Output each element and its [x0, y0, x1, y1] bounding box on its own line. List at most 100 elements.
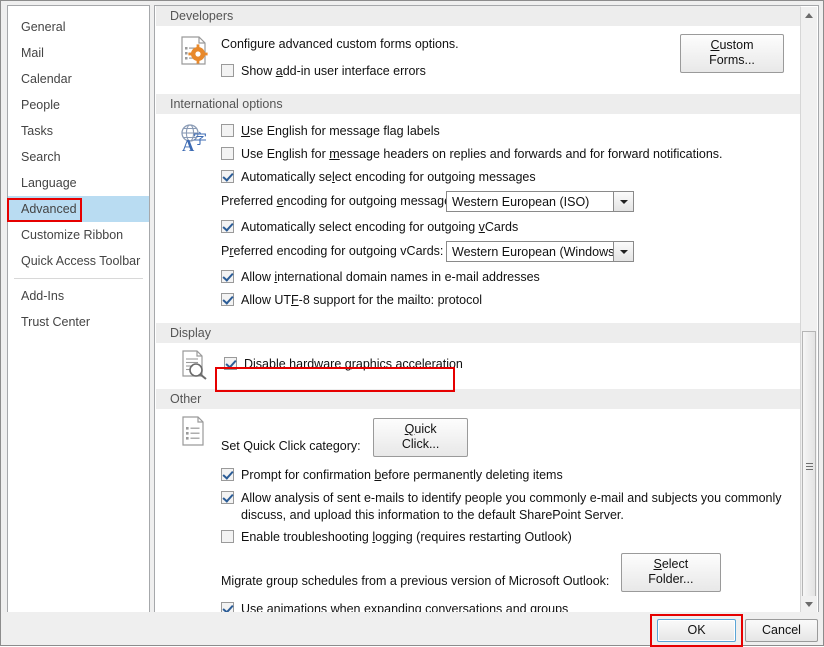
flag-labels-accel: U	[241, 124, 251, 138]
sidebar-item-tasks[interactable]: Tasks	[8, 118, 149, 144]
disable-hw-accel-checkbox[interactable]	[224, 357, 237, 370]
outlook-options-dialog: General Mail Calendar People Tasks Searc…	[0, 0, 824, 647]
allow-analysis-label: Allow analysis of sent e-mails to identi…	[241, 491, 782, 522]
prompt-confirmation-row[interactable]: Prompt for confirmation before permanent…	[221, 467, 794, 487]
auto-enc-msg-pre: Automatically se	[241, 170, 333, 184]
utf8-post: -8 support for the mailto: protocol	[298, 293, 483, 307]
sidebar-item-label: Calendar	[21, 72, 72, 86]
chevron-down-icon[interactable]	[613, 242, 633, 261]
scroll-down-button[interactable]	[801, 596, 817, 612]
sidebar-item-label: Tasks	[21, 124, 53, 138]
troubleshooting-logging-checkbox[interactable]	[221, 530, 234, 543]
message-headers-accel: m	[329, 147, 340, 161]
utf8-pre: Allow UT	[241, 293, 292, 307]
sidebar-item-search[interactable]: Search	[8, 144, 149, 170]
section-header-display: Display	[156, 323, 801, 343]
sidebar-item-customize-ribbon[interactable]: Customize Ribbon	[8, 222, 149, 248]
auto-encoding-vcards-checkbox[interactable]	[221, 220, 234, 233]
svg-text:字: 字	[193, 132, 207, 148]
use-english-message-headers-checkbox[interactable]	[221, 147, 234, 160]
section-body-other: Set Quick Click category: Quick Click...…	[155, 409, 802, 612]
auto-encoding-vcards-row[interactable]: Automatically select encoding for outgoi…	[221, 219, 794, 239]
troubleshooting-logging-row[interactable]: Enable troubleshooting logging (requires…	[221, 529, 794, 549]
content-scrollbar[interactable]	[800, 7, 817, 612]
pref-enc-msg-accel: e	[276, 194, 284, 208]
prompt-confirmation-checkbox[interactable]	[221, 468, 234, 481]
preferred-encoding-messages-row: Preferred encoding for outgoing messages…	[221, 191, 794, 213]
message-headers-post: essage headers on replies and forwards a…	[339, 147, 723, 161]
custom-forms-description: Configure advanced custom forms options.	[221, 37, 459, 51]
auto-enc-vcard-post: Cards	[484, 220, 519, 234]
preferred-encoding-vcards-value: Western European (Windows)	[452, 245, 619, 259]
show-addin-errors-label-pre: Show	[241, 64, 276, 78]
section-body-developers: Configure advanced custom forms options.…	[155, 26, 802, 94]
sidebar-item-advanced[interactable]: Advanced	[8, 196, 149, 222]
disable-hw-accel-row[interactable]: Disable hardware graphics acceleration	[224, 356, 794, 376]
sidebar-item-add-ins[interactable]: Add-Ins	[8, 283, 149, 309]
sidebar-item-trust-center[interactable]: Trust Center	[8, 309, 149, 335]
allow-analysis-row[interactable]: Allow analysis of sent e-mails to identi…	[221, 490, 794, 524]
pref-enc-msg-pre: Preferred	[221, 194, 277, 208]
sidebar-item-label: Trust Center	[21, 315, 91, 329]
auto-encoding-messages-checkbox[interactable]	[221, 170, 234, 183]
sidebar-item-label: Mail	[21, 46, 44, 60]
section-body-international: A 字 Use English for message flag labels …	[155, 114, 802, 323]
migrate-group-schedules-row: Migrate group schedules from a previous …	[221, 553, 794, 594]
dialog-footer: OK Cancel	[2, 612, 822, 647]
scrollbar-thumb[interactable]	[802, 331, 816, 603]
preferred-encoding-vcards-dropdown[interactable]: Western European (Windows)	[446, 241, 634, 262]
section-header-developers: Developers	[156, 6, 801, 26]
sidebar-item-quick-access-toolbar[interactable]: Quick Access Toolbar	[8, 248, 149, 274]
hw-accel-pre: Disable hardware	[244, 357, 345, 371]
sidebar-item-mail[interactable]: Mail	[8, 40, 149, 66]
sidebar-divider	[14, 278, 143, 279]
section-body-display: Disable hardware graphics acceleration	[155, 343, 802, 389]
show-addin-errors-label-post: dd-in user interface errors	[282, 64, 426, 78]
sidebar-item-label: General	[21, 20, 66, 34]
troubleshoot-post: ogging (requires restarting Outlook)	[375, 530, 572, 544]
quick-click-button[interactable]: Quick Click...	[373, 418, 469, 457]
utf8-accel: F	[291, 293, 299, 307]
document-list-icon	[177, 415, 211, 449]
sidebar-item-label: People	[21, 98, 60, 112]
allow-analysis-checkbox[interactable]	[221, 491, 234, 504]
select-folder-button[interactable]: Select Folder...	[620, 553, 721, 592]
globe-language-icon: A 字	[177, 122, 211, 156]
hw-accel-accel: g	[344, 357, 352, 371]
section-header-international: International options	[156, 94, 801, 114]
sidebar-item-language[interactable]: Language	[8, 170, 149, 196]
quick-click-row: Set Quick Click category: Quick Click...	[221, 418, 794, 459]
use-english-flag-labels-row[interactable]: Use English for message flag labels	[221, 123, 794, 143]
pref-enc-msg-post: ncoding for outgoing messages:	[283, 194, 461, 208]
intl-domain-names-row[interactable]: Allow international domain names in e-ma…	[221, 269, 794, 289]
show-addin-errors-row[interactable]: Show add-in user interface errors	[221, 63, 794, 83]
sidebar-item-people[interactable]: People	[8, 92, 149, 118]
use-english-flag-labels-checkbox[interactable]	[221, 124, 234, 137]
quick-click-button-accel: Q	[404, 422, 415, 436]
migrate-label: Migrate group schedules from a previous …	[221, 574, 610, 588]
sidebar-item-label: Add-Ins	[21, 289, 65, 303]
auto-enc-vcard-pre: Automatically select encoding for outgoi…	[241, 220, 479, 234]
sidebar-item-general[interactable]: General	[8, 14, 149, 40]
hw-accel-post: raphics acceleration	[351, 357, 463, 371]
sidebar-item-label: Language	[21, 176, 77, 190]
intl-domain-pre: Allow	[241, 270, 275, 284]
utf8-mailto-row[interactable]: Allow UTF-8 support for the mailto: prot…	[221, 292, 794, 312]
use-english-message-headers-row[interactable]: Use English for message headers on repli…	[221, 146, 794, 166]
flag-labels-post: se English for message flag labels	[250, 124, 440, 138]
sidebar-item-calendar[interactable]: Calendar	[8, 66, 149, 92]
preferred-encoding-messages-dropdown[interactable]: Western European (ISO)	[446, 191, 634, 212]
preferred-encoding-vcards-row: Preferred encoding for outgoing vCards: …	[221, 241, 794, 263]
ok-button[interactable]: OK	[657, 619, 736, 642]
cancel-button[interactable]: Cancel	[745, 619, 818, 642]
intl-domain-names-checkbox[interactable]	[221, 270, 234, 283]
show-addin-errors-label-accel: a	[275, 64, 283, 78]
prompt-conf-pre: Prompt for confirmation	[241, 468, 375, 482]
scroll-up-button[interactable]	[801, 7, 817, 24]
chevron-down-icon[interactable]	[613, 192, 633, 211]
show-addin-errors-checkbox[interactable]	[221, 64, 234, 77]
intl-domain-post: nternational domain names in e-mail addr…	[277, 270, 540, 284]
utf8-mailto-checkbox[interactable]	[221, 293, 234, 306]
auto-encoding-messages-row[interactable]: Automatically select encoding for outgoi…	[221, 169, 794, 189]
options-category-list[interactable]: General Mail Calendar People Tasks Searc…	[7, 5, 150, 613]
